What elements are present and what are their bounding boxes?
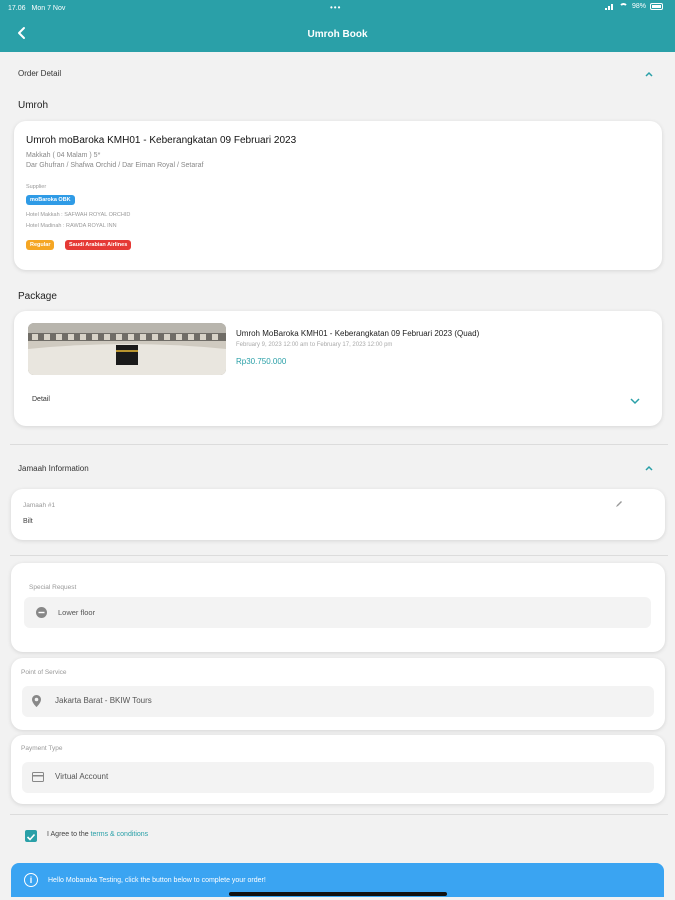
status-right: 98% xyxy=(604,3,663,10)
payment-type-label: Payment Type xyxy=(21,745,63,752)
jamaah-card[interactable]: Jamaah #1 Bilt xyxy=(11,489,665,540)
location-pin-icon xyxy=(32,695,41,707)
agree-prefix: I Agree to the xyxy=(47,831,91,838)
special-request-card: Special Request Lower floor xyxy=(11,563,665,652)
umroh-location: Makkah ( 04 Malam ) 5* xyxy=(26,152,101,159)
airline-badge: Saudi Arabian Airlines xyxy=(65,240,132,250)
package-dates: February 9, 2023 12:00 am to February 17… xyxy=(236,342,393,348)
app-bar: Umroh Book xyxy=(0,16,675,52)
edit-pencil-icon[interactable] xyxy=(615,500,623,508)
point-of-service-label: Point of Service xyxy=(21,669,67,676)
credit-card-icon xyxy=(32,772,44,782)
supplier-label: Supplier xyxy=(26,184,47,190)
payment-type-field[interactable]: Virtual Account xyxy=(22,762,654,793)
status-date: Mon 7 Nov xyxy=(31,4,66,12)
multitask-dots-icon: ••• xyxy=(330,3,342,12)
payment-type-value: Virtual Account xyxy=(55,772,109,781)
package-price: Rp30.750.000 xyxy=(236,357,287,366)
special-request-value: Lower floor xyxy=(58,608,96,617)
remove-circle-icon xyxy=(36,607,47,618)
terms-link[interactable]: terms & conditions xyxy=(91,831,149,838)
signal-icon xyxy=(604,3,615,10)
package-label: Package xyxy=(18,291,57,302)
supplier-badge: moBaroka OBK xyxy=(26,195,75,205)
page-title: Umroh Book xyxy=(307,28,368,40)
hotel-makkah: Hotel Makkah : SAFWAH ROYAL ORCHID xyxy=(26,212,131,218)
home-indicator[interactable] xyxy=(229,892,447,896)
package-title: Umroh MoBaroka KMH01 - Keberangkatan 09 … xyxy=(236,329,480,338)
special-request-label: Special Request xyxy=(29,584,77,591)
divider xyxy=(10,814,668,815)
divider xyxy=(10,555,668,556)
jamaah-item-label: Jamaah #1 xyxy=(23,502,56,509)
status-time: 17.06 xyxy=(8,4,26,12)
jamaah-item-value: Bilt xyxy=(23,518,33,525)
back-arrow-icon[interactable] xyxy=(14,25,30,41)
point-of-service-card: Point of Service Jakarta Barat - BKIW To… xyxy=(11,658,665,730)
umroh-title: Umroh moBaroka KMH01 - Keberangkatan 09 … xyxy=(26,135,297,146)
chevron-down-icon[interactable] xyxy=(629,395,641,407)
terms-checkbox[interactable] xyxy=(25,830,37,842)
package-detail-toggle[interactable]: Detail xyxy=(32,396,50,403)
point-of-service-value: Jakarta Barat - BKIW Tours xyxy=(55,696,152,705)
check-icon xyxy=(26,833,36,841)
battery-icon xyxy=(650,3,663,10)
status-bar: 17.06 Mon 7 Nov ••• 98% xyxy=(0,0,675,16)
payment-type-card: Payment Type Virtual Account xyxy=(11,735,665,804)
divider xyxy=(10,444,668,445)
terms-text: I Agree to the terms & conditions xyxy=(47,831,148,838)
umroh-card: Umroh moBaroka KMH01 - Keberangkatan 09 … xyxy=(14,121,662,270)
info-icon: i xyxy=(24,873,38,887)
hotel-madinah: Hotel Madinah : RAWDA ROYAL INN xyxy=(26,223,117,229)
kaaba-image xyxy=(28,323,226,375)
collapse-order-detail-icon[interactable] xyxy=(644,69,654,79)
regular-badge: Regular xyxy=(26,240,55,250)
package-card: Umroh MoBaroka KMH01 - Keberangkatan 09 … xyxy=(14,311,662,426)
point-of-service-field[interactable]: Jakarta Barat - BKIW Tours xyxy=(22,686,654,717)
order-detail-heading[interactable]: Order Detail xyxy=(18,69,61,78)
kaaba-illustration xyxy=(28,323,226,375)
special-request-field[interactable]: Lower floor xyxy=(24,597,651,628)
collapse-jamaah-icon[interactable] xyxy=(644,463,654,473)
umroh-hotels: Dar Ghufran / Shafwa Orchid / Dar Eiman … xyxy=(26,162,204,169)
umroh-label: Umroh xyxy=(18,100,49,111)
wifi-icon xyxy=(618,3,628,10)
battery-percent: 98% xyxy=(631,3,646,10)
jamaah-heading[interactable]: Jamaah Information xyxy=(18,464,89,473)
banner-text: Hello Mobaraka Testing, click the button… xyxy=(48,876,266,884)
